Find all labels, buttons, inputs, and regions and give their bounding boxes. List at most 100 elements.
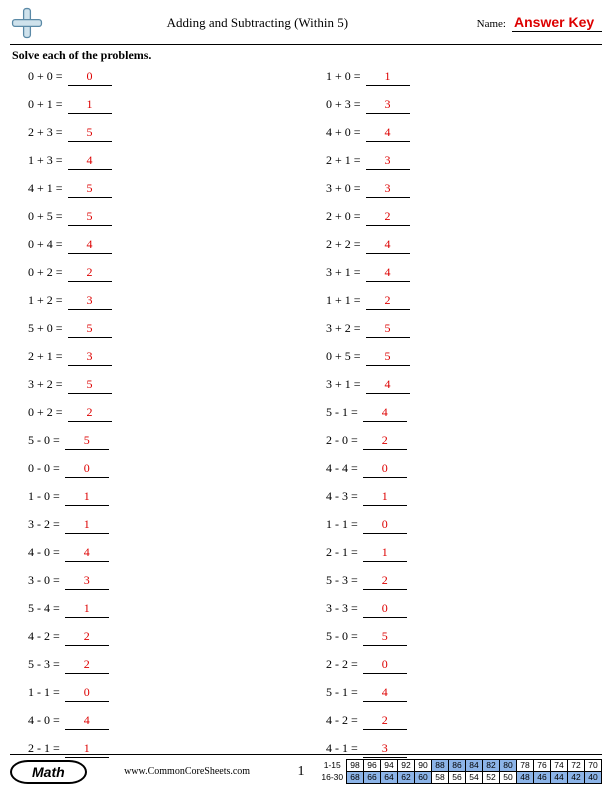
problem-answer: 3: [366, 181, 410, 198]
problem-answer: 1: [65, 517, 109, 534]
problem-expression: 3 + 2 =: [28, 377, 66, 392]
problem-expression: 1 - 1 =: [326, 517, 361, 532]
problem-item: 3 - 0 = 3: [28, 573, 286, 590]
problem-answer: 5: [363, 629, 407, 646]
problems-grid: 0 + 0 = 01 + 0 = 10 + 1 = 10 + 3 = 32 + …: [0, 69, 612, 758]
problem-item: 2 - 1 = 1: [326, 545, 584, 562]
problem-item: 0 + 2 = 2: [28, 265, 286, 282]
problem-item: 0 - 0 = 0: [28, 461, 286, 478]
problem-answer: 0: [65, 685, 109, 702]
problem-answer: 4: [68, 153, 112, 170]
problem-answer: 4: [363, 685, 407, 702]
problem-expression: 1 - 0 =: [28, 489, 63, 504]
problem-expression: 4 - 0 =: [28, 545, 63, 560]
problem-expression: 0 + 5 =: [326, 349, 364, 364]
problem-item: 3 + 1 = 4: [326, 265, 584, 282]
problem-item: 1 + 0 = 1: [326, 69, 584, 86]
problem-answer: 1: [363, 489, 407, 506]
subject-oval: Math: [10, 760, 87, 784]
problem-item: 5 - 3 = 2: [28, 657, 286, 674]
problem-answer: 0: [68, 69, 112, 86]
problem-expression: 1 + 2 =: [28, 293, 66, 308]
problem-expression: 2 + 1 =: [326, 153, 364, 168]
problem-answer: 5: [68, 321, 112, 338]
problem-answer: 4: [363, 405, 407, 422]
footer: Math www.CommonCoreSheets.com 1 1-159896…: [0, 754, 612, 784]
problem-expression: 5 - 0 =: [28, 433, 63, 448]
problem-expression: 3 - 3 =: [326, 601, 361, 616]
problem-answer: 2: [68, 405, 112, 422]
problem-answer: 2: [366, 209, 410, 226]
problem-item: 5 - 4 = 1: [28, 601, 286, 618]
problem-item: 5 - 1 = 4: [326, 405, 584, 422]
page-number: 1: [298, 764, 305, 780]
problem-expression: 5 - 1 =: [326, 685, 361, 700]
name-area: Name: Answer Key: [477, 14, 602, 32]
problem-item: 0 + 3 = 3: [326, 97, 584, 114]
problem-expression: 5 - 4 =: [28, 601, 63, 616]
site-url: www.CommonCoreSheets.com: [87, 766, 288, 777]
problem-expression: 4 + 1 =: [28, 181, 66, 196]
problem-answer: 1: [68, 97, 112, 114]
problem-answer: 2: [363, 713, 407, 730]
problem-expression: 2 - 0 =: [326, 433, 361, 448]
instructions: Solve each of the problems.: [0, 45, 612, 69]
problem-answer: 2: [366, 293, 410, 310]
problem-answer: 5: [65, 433, 109, 450]
problem-item: 5 - 1 = 4: [326, 685, 584, 702]
problem-answer: 1: [65, 601, 109, 618]
footer-rule: [10, 754, 602, 755]
problem-expression: 5 + 0 =: [28, 321, 66, 336]
problem-expression: 3 + 0 =: [326, 181, 364, 196]
problem-item: 3 + 1 = 4: [326, 377, 584, 394]
problem-answer: 5: [366, 349, 410, 366]
problem-answer: 0: [363, 601, 407, 618]
problem-expression: 5 - 1 =: [326, 405, 361, 420]
header: Adding and Subtracting (Within 5) Name: …: [0, 0, 612, 42]
problem-answer: 2: [65, 629, 109, 646]
problem-answer: 0: [363, 517, 407, 534]
problem-expression: 4 - 4 =: [326, 461, 361, 476]
problem-item: 2 + 0 = 2: [326, 209, 584, 226]
problem-item: 4 + 0 = 4: [326, 125, 584, 142]
problem-answer: 1: [366, 69, 410, 86]
problem-answer: 4: [68, 237, 112, 254]
problem-item: 2 + 3 = 5: [28, 125, 286, 142]
problem-expression: 2 - 2 =: [326, 657, 361, 672]
problem-item: 0 + 5 = 5: [326, 349, 584, 366]
problem-answer: 4: [366, 237, 410, 254]
problem-expression: 4 + 0 =: [326, 125, 364, 140]
problem-expression: 2 - 1 =: [326, 545, 361, 560]
problem-item: 2 + 1 = 3: [326, 153, 584, 170]
problem-answer: 2: [363, 573, 407, 590]
problem-item: 1 - 1 = 0: [326, 517, 584, 534]
problem-item: 2 - 0 = 2: [326, 433, 584, 450]
problem-answer: 4: [366, 125, 410, 142]
problem-item: 4 - 2 = 2: [326, 713, 584, 730]
problem-answer: 4: [366, 265, 410, 282]
problem-expression: 1 + 3 =: [28, 153, 66, 168]
score-table: 1-1598969492908886848280787674727016-306…: [321, 759, 603, 784]
problem-answer: 3: [68, 349, 112, 366]
problem-answer: 0: [65, 461, 109, 478]
problem-answer: 5: [366, 321, 410, 338]
problem-item: 3 + 0 = 3: [326, 181, 584, 198]
problem-answer: 2: [65, 657, 109, 674]
problem-item: 1 - 0 = 1: [28, 489, 286, 506]
problem-item: 1 + 2 = 3: [28, 293, 286, 310]
problem-expression: 0 - 0 =: [28, 461, 63, 476]
problem-item: 4 + 1 = 5: [28, 181, 286, 198]
problem-answer: 3: [366, 97, 410, 114]
problem-item: 0 + 5 = 5: [28, 209, 286, 226]
problem-answer: 3: [366, 153, 410, 170]
problem-answer: 5: [68, 181, 112, 198]
problem-item: 3 + 2 = 5: [326, 321, 584, 338]
problem-expression: 1 - 1 =: [28, 685, 63, 700]
problem-expression: 4 - 0 =: [28, 713, 63, 728]
problem-item: 3 - 3 = 0: [326, 601, 584, 618]
problem-expression: 3 - 0 =: [28, 573, 63, 588]
worksheet-title: Adding and Subtracting (Within 5): [38, 15, 477, 31]
problem-answer: 1: [363, 545, 407, 562]
problem-expression: 1 + 0 =: [326, 69, 364, 84]
problem-item: 0 + 0 = 0: [28, 69, 286, 86]
